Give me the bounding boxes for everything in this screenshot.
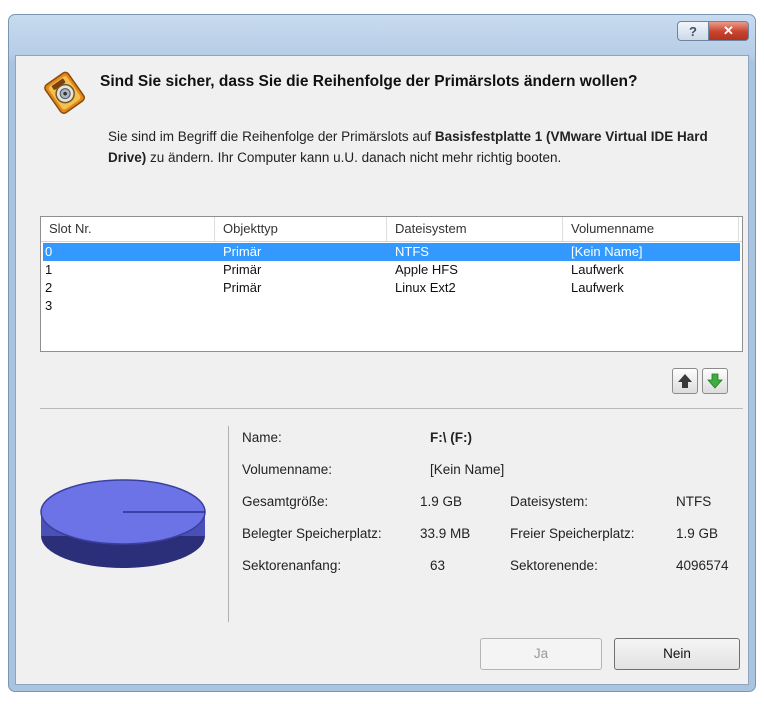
table-row[interactable]: 2 Primär Linux Ext2 Laufwerk [43,279,740,297]
used-space-value: 33.9 MB [420,526,471,541]
title-bar: ? ✕ [9,15,755,55]
description-text-1: Sie sind im Begriff die Reihenfolge der … [108,129,435,144]
table-row[interactable]: 1 Primär Apple HFS Laufwerk [43,261,740,279]
dialog-headline: Sind Sie sicher, dass Sie die Reihenfolg… [100,73,638,90]
cell-filesystem: Linux Ext2 [395,280,456,295]
list-header: Slot Nr. Objekttyp Dateisystem Volumenna… [41,217,742,242]
arrow-up-icon [678,374,692,388]
cell-filesystem: NTFS [395,244,429,259]
name-label: Name: [242,430,282,445]
close-button[interactable]: ✕ [709,21,749,41]
move-up-button[interactable] [672,368,698,394]
no-button[interactable]: Nein [614,638,740,670]
help-button[interactable]: ? [677,21,709,41]
free-space-label: Freier Speicherplatz: [510,526,635,541]
cell-slot: 0 [45,244,53,259]
filesystem-value: NTFS [676,494,712,509]
cell-volume: Laufwerk [571,262,624,277]
total-size-value: 1.9 GB [420,494,463,509]
column-filesystem[interactable]: Dateisystem [387,217,563,241]
volume-value: [Kein Name] [430,462,505,477]
cell-filesystem: Apple HFS [395,262,458,277]
filesystem-label: Dateisystem: [510,494,589,509]
yes-button[interactable]: Ja [480,638,602,670]
sector-start-value: 63 [430,558,446,573]
sector-end-label: Sektorenende: [510,558,598,573]
window-controls: ? ✕ [677,21,749,41]
disk-icon [40,479,206,568]
table-row[interactable]: 0 Primär NTFS [Kein Name] [43,243,740,261]
cell-type: Primär [223,244,262,259]
used-space-label: Belegter Speicherplatz: [242,526,382,541]
cell-type: Primär [223,262,262,277]
dialog-body: Sind Sie sicher, dass Sie die Reihenfolg… [15,55,749,685]
disk-warning-icon [44,71,85,114]
cell-slot: 2 [45,280,53,295]
cell-type: Primär [223,280,262,295]
sector-start-label: Sektorenanfang: [242,558,342,573]
dialog-description: Sie sind im Begriff die Reihenfolge der … [108,126,748,168]
vertical-divider [228,426,229,622]
name-value: F:\ (F:) [430,430,472,445]
primary-slots-list[interactable]: Slot Nr. Objekttyp Dateisystem Volumenna… [40,216,743,352]
cell-volume: Laufwerk [571,280,624,295]
table-row[interactable]: 3 [43,297,740,315]
cell-volume: [Kein Name] [571,244,643,259]
cell-slot: 3 [45,298,53,313]
cell-slot: 1 [45,262,53,277]
free-space-value: 1.9 GB [676,526,719,541]
column-slot[interactable]: Slot Nr. [41,217,215,241]
dialog-window: ? ✕ Sind Sie sicher, dass Sie die Reihen… [8,14,756,692]
column-volume[interactable]: Volumenname [563,217,739,241]
volume-label: Volumenname: [242,462,333,477]
move-down-button[interactable] [702,368,728,394]
sector-end-value: 4096574 [676,558,729,573]
column-type[interactable]: Objekttyp [215,217,387,241]
arrow-down-icon [707,373,723,389]
horizontal-divider [40,408,743,409]
total-size-label: Gesamtgröße: [242,494,329,509]
description-text-2: zu ändern. Ihr Computer kann u.U. danach… [146,150,562,165]
